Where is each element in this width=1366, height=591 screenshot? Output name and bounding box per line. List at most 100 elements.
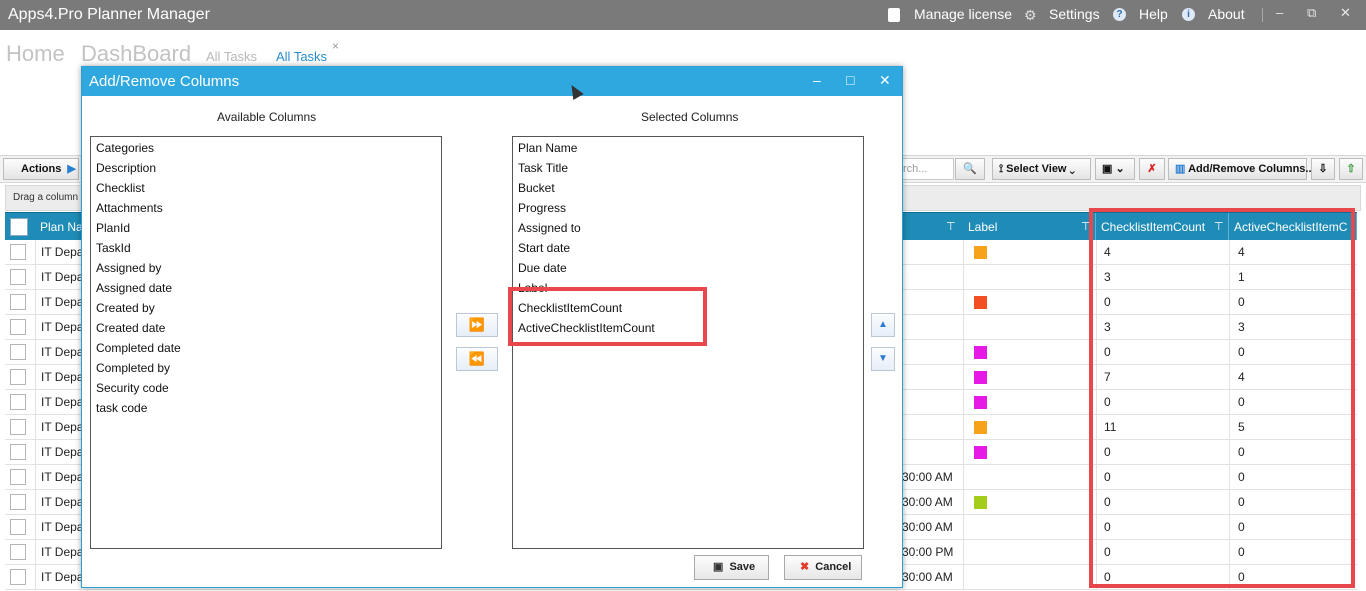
add-all-button[interactable]: ⏩ <box>456 313 498 337</box>
row-checkbox[interactable] <box>10 469 26 485</box>
available-columns-title: Available Columns <box>217 110 317 124</box>
row-checkbox[interactable] <box>10 394 26 410</box>
select-view-button[interactable]: ⟟ Select View ⌄ <box>992 158 1091 180</box>
row-checkbox[interactable] <box>10 294 26 310</box>
row-checkbox[interactable] <box>10 519 26 535</box>
header-label[interactable]: Label <box>963 213 1096 241</box>
filter-clear-icon: ✗ <box>1147 163 1157 175</box>
license-icon[interactable] <box>888 8 900 22</box>
cell-divider <box>35 340 36 365</box>
highlight-box-grid-columns <box>1089 208 1355 588</box>
row-checkbox[interactable] <box>10 444 26 460</box>
available-column-item[interactable]: Categories <box>96 141 154 155</box>
cell-plan-name: IT Depa <box>41 570 84 584</box>
available-column-item[interactable]: Attachments <box>96 201 163 215</box>
import-button[interactable]: ⇧ <box>1339 158 1363 180</box>
cell-divider <box>35 315 36 340</box>
available-column-item[interactable]: TaskId <box>96 241 131 255</box>
export-button[interactable]: ⇩ <box>1311 158 1335 180</box>
cell-date: 30:00 AM <box>902 495 953 509</box>
dialog-minimize-button[interactable]: – <box>813 72 821 88</box>
cell-plan-name: IT Depa <box>41 370 84 384</box>
dialog-title-bar[interactable]: Add/Remove Columns – □ ✕ <box>82 67 902 96</box>
filter-icon[interactable]: ⊤ <box>946 220 956 233</box>
nav-bar: Home DashBoard All Tasks All Tasks × <box>0 30 1366 70</box>
select-all-checkbox[interactable] <box>10 218 28 236</box>
row-checkbox[interactable] <box>10 569 26 585</box>
selected-column-item[interactable]: Due date <box>518 261 567 275</box>
selected-column-item[interactable]: Task Title <box>518 161 568 175</box>
row-checkbox[interactable] <box>10 344 26 360</box>
selected-column-item[interactable]: Bucket <box>518 181 555 195</box>
available-column-item[interactable]: Completed by <box>96 361 170 375</box>
restore-window-button[interactable]: ⧉ <box>1307 5 1316 21</box>
search-button[interactable]: 🔍 <box>955 158 985 180</box>
available-column-item[interactable]: Assigned by <box>96 261 161 275</box>
add-remove-columns-dialog: Add/Remove Columns – □ ✕ Available Colum… <box>81 66 903 588</box>
close-window-button[interactable]: ✕ <box>1340 5 1351 21</box>
available-column-item[interactable]: task code <box>96 401 147 415</box>
cell-plan-name: IT Depa <box>41 520 84 534</box>
search-input[interactable]: rch... <box>898 158 954 180</box>
selected-column-item[interactable]: Assigned to <box>518 221 581 235</box>
row-checkbox[interactable] <box>10 544 26 560</box>
settings-link[interactable]: Settings <box>1049 6 1100 22</box>
clear-filter-button[interactable]: ✗ <box>1139 158 1165 180</box>
tab-all-tasks-1[interactable]: All Tasks <box>206 49 257 64</box>
cell-divider <box>35 490 36 515</box>
minimize-window-button[interactable]: – <box>1276 5 1283 20</box>
export-icon: ⇩ <box>1318 163 1328 175</box>
cell-plan-name: IT Depa <box>41 245 84 259</box>
available-column-item[interactable]: Created by <box>96 301 155 315</box>
cell-plan-name: IT Depa <box>41 295 84 309</box>
nav-home[interactable]: Home <box>6 41 65 67</box>
available-column-item[interactable]: Completed date <box>96 341 181 355</box>
label-color-swatch <box>974 446 987 459</box>
cell-divider <box>963 290 964 315</box>
available-columns-list[interactable]: Categories Description Checklist Attachment… <box>90 136 442 549</box>
row-checkbox[interactable] <box>10 369 26 385</box>
save-button[interactable]: ▣ Save <box>694 555 769 580</box>
selected-column-item[interactable]: Progress <box>518 201 566 215</box>
help-icon[interactable]: ? <box>1113 8 1126 21</box>
highlight-box-selected-columns <box>508 287 707 346</box>
row-checkbox[interactable] <box>10 244 26 260</box>
help-link[interactable]: Help <box>1139 6 1168 22</box>
row-checkbox[interactable] <box>10 319 26 335</box>
available-column-item[interactable]: PlanId <box>96 221 130 235</box>
row-checkbox[interactable] <box>10 269 26 285</box>
cell-divider <box>963 565 964 590</box>
available-column-item[interactable]: Checklist <box>96 181 145 195</box>
row-checkbox[interactable] <box>10 419 26 435</box>
cancel-button[interactable]: ✖ Cancel <box>784 555 862 580</box>
actions-button[interactable]: Actions ▶ <box>3 158 79 180</box>
available-column-item[interactable]: Created date <box>96 321 165 335</box>
cell-divider <box>35 390 36 415</box>
cell-divider <box>963 440 964 465</box>
info-icon[interactable]: i <box>1182 8 1195 21</box>
selected-column-item[interactable]: Plan Name <box>518 141 577 155</box>
chevron-down-icon: ⌄ <box>1069 163 1075 175</box>
search-icon: 🔍 <box>963 163 977 175</box>
save-view-button[interactable]: ▣ ⌄ <box>1095 158 1135 180</box>
add-remove-columns-button[interactable]: ▥ Add/Remove Columns.. <box>1168 158 1312 180</box>
dialog-maximize-button[interactable]: □ <box>846 72 854 88</box>
dialog-close-button[interactable]: ✕ <box>879 72 891 89</box>
cell-divider <box>35 440 36 465</box>
available-column-item[interactable]: Assigned date <box>96 281 172 295</box>
move-down-button[interactable]: ▼ <box>871 347 895 371</box>
close-tab-icon[interactable]: × <box>332 39 339 53</box>
tab-all-tasks-2[interactable]: All Tasks <box>276 49 327 64</box>
row-checkbox[interactable] <box>10 494 26 510</box>
move-up-button[interactable]: ▲ <box>871 313 895 337</box>
gear-icon[interactable]: ⚙ <box>1024 7 1037 24</box>
nav-dashboard[interactable]: DashBoard <box>81 41 191 67</box>
selected-column-item[interactable]: Start date <box>518 241 570 255</box>
import-icon: ⇧ <box>1346 163 1356 175</box>
select-view-label: Select View <box>1006 163 1067 175</box>
remove-all-button[interactable]: ⏪ <box>456 347 498 371</box>
manage-license-link[interactable]: Manage license <box>914 6 1012 22</box>
available-column-item[interactable]: Description <box>96 161 156 175</box>
about-link[interactable]: About <box>1208 6 1245 22</box>
available-column-item[interactable]: Security code <box>96 381 169 395</box>
